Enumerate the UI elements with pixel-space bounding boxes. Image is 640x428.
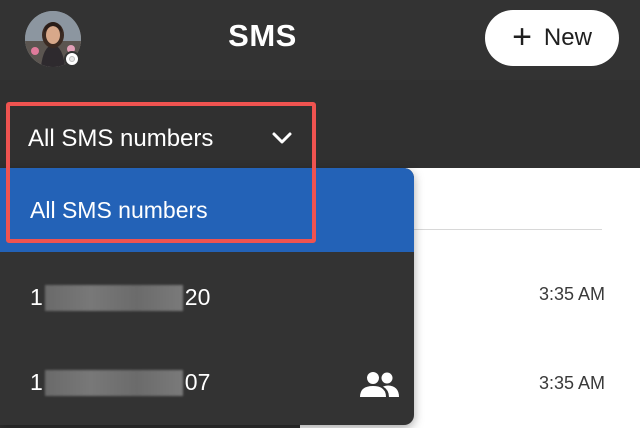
chevron-down-icon <box>272 132 292 144</box>
page-title: SMS <box>228 18 297 53</box>
sms-number-filter-dropdown[interactable]: All SMS numbers <box>12 110 302 168</box>
divider <box>395 229 602 230</box>
selected-number-label: All SMS numbers <box>28 125 214 152</box>
redacted-number <box>44 369 183 396</box>
number-prefix: 1 <box>30 369 43 395</box>
conversation-time: 3:35 AM <box>538 373 605 393</box>
top-bar: SMS + New <box>0 0 640 80</box>
new-message-button[interactable]: + New <box>485 10 619 66</box>
sms-number-menu: All SMS numbers 1 20 1 07 <box>0 168 414 425</box>
number-suffix: 07 <box>184 369 211 395</box>
menu-item-sms-number[interactable]: 1 20 <box>0 255 414 340</box>
conversation-time: 3:35 AM <box>538 284 605 304</box>
new-button-label: New <box>543 24 592 51</box>
menu-item-sms-number[interactable]: 1 07 <box>0 340 414 425</box>
plus-icon: + <box>512 17 532 56</box>
redacted-number <box>44 284 183 311</box>
menu-item-label: All SMS numbers <box>30 196 208 223</box>
presence-status-icon <box>64 51 80 67</box>
number-suffix: 20 <box>184 284 211 310</box>
group-icon <box>360 372 399 397</box>
menu-item-all-sms-numbers[interactable]: All SMS numbers <box>0 168 414 252</box>
number-prefix: 1 <box>30 284 43 310</box>
